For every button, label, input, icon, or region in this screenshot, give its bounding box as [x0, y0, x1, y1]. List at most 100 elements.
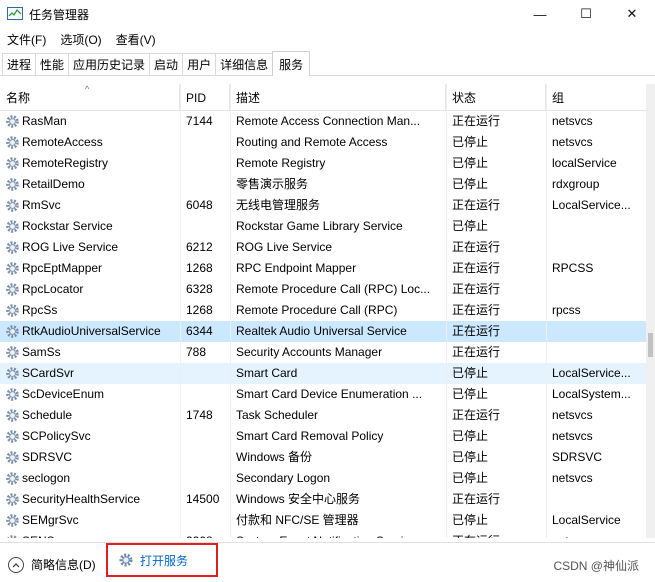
- cell-status: 正在运行: [446, 531, 546, 538]
- vertical-scrollbar[interactable]: [646, 84, 655, 538]
- cell-name-text: SamSs: [22, 345, 61, 359]
- column-header-group[interactable]: 组: [546, 84, 646, 111]
- menu-options[interactable]: 选项(O): [53, 31, 108, 48]
- cell-pid: 1268: [180, 258, 230, 279]
- cell-group-text: LocalService...: [552, 366, 631, 380]
- cell-group-text: LocalSystem...: [552, 387, 631, 401]
- cell-status-text: 正在运行: [452, 324, 501, 338]
- table-row[interactable]: ScDeviceEnum Smart Card Device Enumeratio…: [0, 384, 646, 405]
- cell-description-text: Smart Card Removal Policy: [236, 429, 384, 443]
- column-header-status[interactable]: 状态: [446, 84, 546, 111]
- table-row[interactable]: SCPolicySvc Smart Card Removal Policy 已停止 n…: [0, 426, 646, 447]
- column-header-name[interactable]: 名称 ^: [0, 84, 180, 111]
- table-row[interactable]: SDRSVC Windows 备份 已停止 SDRSVC: [0, 447, 646, 468]
- window-title: 任务管理器: [29, 7, 90, 22]
- table-row[interactable]: SEMgrSvc 付款和 NFC/SE 管理器 已停止 LocalService: [0, 510, 646, 531]
- cell-status: 正在运行: [446, 489, 546, 510]
- service-gear-icon: [5, 471, 20, 486]
- tab-processes[interactable]: 进程: [2, 53, 37, 75]
- tab-startup[interactable]: 启动: [149, 53, 184, 75]
- table-row[interactable]: RmSvc 6048 无线电管理服务 正在运行 LocalService...: [0, 195, 646, 216]
- tab-app-history[interactable]: 应用历史记录: [68, 53, 151, 75]
- table-row[interactable]: Schedule 1748 Task Scheduler 正在运行 netsvcs: [0, 405, 646, 426]
- cell-name: RemoteAccess: [0, 132, 180, 153]
- scrollbar-thumb[interactable]: [648, 333, 653, 357]
- cell-status-text: 已停止: [452, 366, 489, 380]
- cell-group: netsvcs: [546, 111, 646, 132]
- tab-details[interactable]: 详细信息: [215, 53, 274, 75]
- table-row[interactable]: RasMan 7144 Remote Access Connection Man..…: [0, 111, 646, 132]
- close-button[interactable]: ✕: [609, 0, 655, 28]
- table-row[interactable]: RemoteAccess Routing and Remote Access 已停止…: [0, 132, 646, 153]
- watermark: CSDN @神仙派: [553, 559, 639, 573]
- cell-description: Routing and Remote Access: [230, 132, 446, 153]
- cell-pid: [180, 384, 230, 405]
- cell-group-text: netsvcs: [552, 471, 593, 485]
- cell-status-text: 已停止: [452, 450, 489, 464]
- cell-pid: [180, 363, 230, 384]
- cell-group-text: netsvcs: [552, 114, 593, 128]
- table-row[interactable]: SamSs 788 Security Accounts Manager 正在运行: [0, 342, 646, 363]
- cell-group: SDRSVC: [546, 447, 646, 468]
- cell-name: RemoteRegistry: [0, 153, 180, 174]
- menu-file[interactable]: 文件(F): [0, 31, 53, 48]
- cell-group-text: netsvcs: [552, 534, 593, 538]
- table-row[interactable]: RtkAudioUniversalService 6344 Realtek Audi…: [0, 321, 646, 342]
- cell-name: seclogon: [0, 468, 180, 489]
- cell-status: 已停止: [446, 426, 546, 447]
- cell-name: SCardSvr: [0, 363, 180, 384]
- cell-status: 已停止: [446, 510, 546, 531]
- cell-description-text: System Event Notification Service: [236, 534, 416, 538]
- cell-name: RetailDemo: [0, 174, 180, 195]
- cell-description-text: Remote Registry: [236, 156, 326, 170]
- cell-name-text: ScDeviceEnum: [22, 387, 105, 401]
- cell-pid-text: 6328: [186, 282, 213, 296]
- table-row[interactable]: RetailDemo 零售演示服务 已停止 rdxgroup: [0, 174, 646, 195]
- open-services-link[interactable]: 打开服务: [106, 543, 218, 577]
- cell-name: SamSs: [0, 342, 180, 363]
- cell-name-text: SCardSvr: [22, 366, 75, 380]
- table-row[interactable]: Rockstar Service Rockstar Game Library Se…: [0, 216, 646, 237]
- table-row[interactable]: SCardSvr Smart Card 已停止 LocalService...: [0, 363, 646, 384]
- service-gear-icon: [5, 114, 20, 129]
- menu-view[interactable]: 查看(V): [109, 31, 163, 48]
- less-details-button[interactable]: 简略信息(D): [8, 556, 96, 573]
- cell-description: Remote Registry: [230, 153, 446, 174]
- column-header-pid[interactable]: PID: [180, 84, 230, 111]
- table-row[interactable]: RemoteRegistry Remote Registry 已停止 localSer…: [0, 153, 646, 174]
- cell-description-text: Smart Card: [236, 366, 298, 380]
- cell-description-text: Smart Card Device Enumeration ...: [236, 387, 423, 401]
- cell-group: [546, 279, 646, 300]
- minimize-button[interactable]: —: [517, 0, 563, 28]
- table-row[interactable]: RpcLocator 6328 Remote Procedure Call (RPC…: [0, 279, 646, 300]
- cell-group-text: rdxgroup: [552, 177, 600, 191]
- table-row[interactable]: RpcSs 1268 Remote Procedure Call (RPC) 正在运行…: [0, 300, 646, 321]
- cell-pid: 6048: [180, 195, 230, 216]
- service-gear-icon: [5, 177, 20, 192]
- cell-pid-text: 14500: [186, 492, 220, 506]
- table-row[interactable]: SENS 2208 System Event Notification Servic…: [0, 531, 646, 538]
- cell-group-text: netsvcs: [552, 135, 593, 149]
- cell-description: Windows 备份: [230, 447, 446, 468]
- table-row[interactable]: seclogon Secondary Logon 已停止 netsvcs: [0, 468, 646, 489]
- cell-name: SENS: [0, 531, 180, 538]
- tab-performance[interactable]: 性能: [35, 53, 70, 75]
- cell-group-text: netsvcs: [552, 408, 593, 422]
- maximize-button[interactable]: ☐: [563, 0, 609, 28]
- cell-status-text: 已停止: [452, 471, 489, 485]
- cell-name-text: SEMgrSvc: [22, 513, 79, 527]
- cell-group: [546, 216, 646, 237]
- table-row[interactable]: RpcEptMapper 1268 RPC Endpoint Mapper 正在运行 R…: [0, 258, 646, 279]
- service-gear-icon: [5, 324, 20, 339]
- cell-name-text: SDRSVC: [22, 450, 73, 464]
- table-row[interactable]: ROG Live Service 6212 ROG Live Service 正在运行: [0, 237, 646, 258]
- table-row[interactable]: SecurityHealthService 14500 Windows 安全中心服务…: [0, 489, 646, 510]
- tab-users[interactable]: 用户: [182, 53, 217, 75]
- cell-description-text: Realtek Audio Universal Service: [236, 324, 407, 338]
- cell-pid-text: 1268: [186, 261, 213, 275]
- column-header-description[interactable]: 描述: [230, 84, 446, 111]
- cell-description-text: Windows 安全中心服务: [236, 492, 361, 506]
- cell-group: LocalService: [546, 510, 646, 531]
- task-manager-icon: [7, 7, 23, 20]
- tab-services[interactable]: 服务: [272, 51, 311, 76]
